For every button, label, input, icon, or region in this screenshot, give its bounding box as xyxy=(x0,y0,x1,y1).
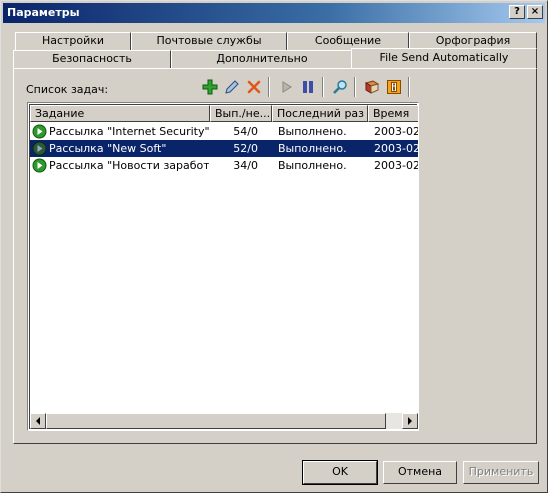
toolbar-separator xyxy=(268,77,270,97)
close-button[interactable]: × xyxy=(527,5,543,19)
task-time: 2003-02- xyxy=(374,142,419,155)
title-bar[interactable]: Параметры ? × xyxy=(3,3,545,23)
arrow-right-icon xyxy=(408,417,412,425)
column-header-last-run[interactable]: Последний раз xyxy=(272,105,368,122)
toolbar-separator xyxy=(408,77,410,97)
tab-panel: Список задач: Задание Вып./не... Последн… xyxy=(13,68,537,444)
info-icon[interactable] xyxy=(384,77,404,97)
settings-window: Параметры ? × Настройки Почтовые службы … xyxy=(0,0,548,493)
column-header-task[interactable]: Задание xyxy=(30,105,210,122)
task-last-run: Выполнено. xyxy=(278,159,347,172)
task-last-run: Выполнено. xyxy=(278,125,347,138)
table-row[interactable]: Рассылка "Новости заработк... 34/0 Выпол… xyxy=(30,157,419,174)
add-icon[interactable] xyxy=(200,77,220,97)
task-status-icon xyxy=(32,158,47,173)
toolbar-separator xyxy=(322,77,324,97)
book-icon[interactable] xyxy=(362,77,382,97)
play-icon[interactable] xyxy=(276,77,296,97)
tab-advanced[interactable]: Дополнительно xyxy=(171,50,353,68)
task-name: Рассылка "Internet Security" xyxy=(49,125,209,138)
delete-icon[interactable] xyxy=(244,77,264,97)
task-count: 54/0 xyxy=(233,125,258,138)
tab-settings[interactable]: Настройки xyxy=(15,32,131,50)
task-name: Рассылка "New Soft" xyxy=(49,142,167,155)
tab-file-send-automatically[interactable]: File Send Automatically xyxy=(351,48,537,68)
table-row[interactable]: Рассылка "New Soft" 52/0 Выполнено. 2003… xyxy=(30,140,419,157)
task-count: 52/0 xyxy=(233,142,258,155)
tab-security[interactable]: Безопасность xyxy=(13,50,171,68)
task-status-icon xyxy=(32,141,47,156)
pause-icon[interactable] xyxy=(298,77,318,97)
toolbar-separator xyxy=(354,77,356,97)
search-icon[interactable] xyxy=(330,77,350,97)
tab-mail-services[interactable]: Почтовые службы xyxy=(131,32,287,50)
task-time: 2003-02- xyxy=(374,125,419,138)
help-button[interactable]: ? xyxy=(509,5,525,19)
arrow-left-icon xyxy=(36,417,40,425)
window-title: Параметры xyxy=(7,6,80,19)
table-row[interactable]: Рассылка "Internet Security" 54/0 Выполн… xyxy=(30,123,419,140)
horizontal-scrollbar[interactable] xyxy=(30,413,418,429)
task-count: 34/0 xyxy=(233,159,258,172)
task-time: 2003-02- xyxy=(374,159,419,172)
task-name: Рассылка "Новости заработк... xyxy=(49,159,209,172)
edit-icon[interactable] xyxy=(222,77,242,97)
column-header-time[interactable]: Время xyxy=(368,105,418,122)
ok-button[interactable]: OK xyxy=(302,460,378,485)
tasks-label: Список задач: xyxy=(26,83,109,96)
scroll-thumb[interactable] xyxy=(46,413,386,429)
task-last-run: Выполнено. xyxy=(278,142,347,155)
task-list[interactable]: Задание Вып./не... Последний раз Время Р… xyxy=(27,102,419,431)
scroll-right-button[interactable] xyxy=(402,413,418,429)
column-header-done[interactable]: Вып./не... xyxy=(210,105,272,122)
scroll-left-button[interactable] xyxy=(30,413,46,429)
apply-button[interactable]: Применить xyxy=(463,461,539,484)
task-status-icon xyxy=(32,124,47,139)
cancel-button[interactable]: Отмена xyxy=(383,461,457,484)
